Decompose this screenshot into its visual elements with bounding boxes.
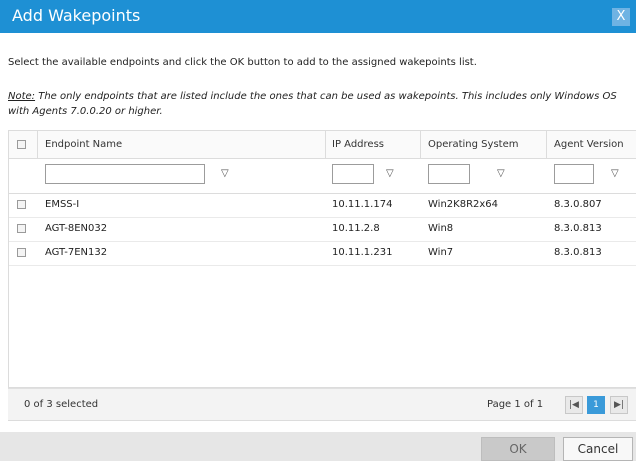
cancel-button[interactable]: Cancel bbox=[563, 437, 633, 461]
select-all-checkbox[interactable] bbox=[17, 140, 26, 149]
cell-operating-system: Win8 bbox=[428, 223, 454, 234]
cell-ip-address: 10.11.1.174 bbox=[332, 199, 393, 210]
row-checkbox[interactable] bbox=[17, 224, 26, 233]
cell-operating-system: Win2K8R2x64 bbox=[428, 199, 499, 210]
ip-address-filter-input[interactable] bbox=[332, 164, 374, 184]
cell-ip-address: 10.11.2.8 bbox=[332, 223, 380, 234]
selection-count: 0 of 3 selected bbox=[24, 399, 99, 410]
page-info: Page 1 of 1 bbox=[487, 399, 544, 410]
funnel-icon[interactable]: ▽ bbox=[497, 168, 505, 179]
instructions-text: Select the available endpoints and click… bbox=[8, 57, 477, 68]
cell-ip-address: 10.11.1.231 bbox=[332, 247, 393, 258]
cell-endpoint-name: EMSS-I bbox=[45, 199, 80, 210]
column-separator bbox=[325, 131, 326, 158]
header-agent-version[interactable]: Agent Version bbox=[554, 139, 624, 150]
column-separator bbox=[37, 131, 38, 158]
header-ip-address[interactable]: IP Address bbox=[332, 139, 384, 150]
note-body: The only endpoints that are listed inclu… bbox=[8, 91, 617, 117]
cell-operating-system: Win7 bbox=[428, 247, 454, 258]
cell-agent-version: 8.3.0.807 bbox=[554, 199, 602, 210]
endpoint-name-filter-input[interactable] bbox=[45, 164, 205, 184]
header-operating-system[interactable]: Operating System bbox=[428, 139, 518, 150]
agent-version-filter-input[interactable] bbox=[554, 164, 594, 184]
table-row[interactable]: AGT-7EN132 10.11.1.231 Win7 8.3.0.813 bbox=[9, 241, 636, 266]
note-text: Note: The only endpoints that are listed… bbox=[8, 89, 623, 119]
column-separator bbox=[546, 131, 547, 158]
note-label: Note: bbox=[8, 91, 36, 102]
add-wakepoints-dialog: Add Wakepoints X Select the available en… bbox=[0, 0, 636, 461]
table-row[interactable]: EMSS-I 10.11.1.174 Win2K8R2x64 8.3.0.807 bbox=[9, 193, 636, 218]
ok-button[interactable]: OK bbox=[481, 437, 555, 461]
current-page-button[interactable]: 1 bbox=[587, 396, 605, 414]
row-checkbox[interactable] bbox=[17, 248, 26, 257]
cell-agent-version: 8.3.0.813 bbox=[554, 223, 602, 234]
funnel-icon[interactable]: ▽ bbox=[221, 168, 229, 179]
close-icon[interactable]: X bbox=[612, 8, 630, 26]
row-checkbox[interactable] bbox=[17, 200, 26, 209]
funnel-icon[interactable]: ▽ bbox=[386, 168, 394, 179]
operating-system-filter-input[interactable] bbox=[428, 164, 470, 184]
filter-row: ▽ ▽ ▽ ▽ bbox=[9, 158, 636, 194]
grid-footer: 0 of 3 selected Page 1 of 1 |◀ 1 ▶| bbox=[8, 388, 636, 421]
funnel-icon[interactable]: ▽ bbox=[611, 168, 619, 179]
cell-agent-version: 8.3.0.813 bbox=[554, 247, 602, 258]
last-page-icon[interactable]: ▶| bbox=[610, 396, 628, 414]
cell-endpoint-name: AGT-8EN032 bbox=[45, 223, 108, 234]
header-endpoint-name[interactable]: Endpoint Name bbox=[45, 139, 122, 150]
cell-endpoint-name: AGT-7EN132 bbox=[45, 247, 108, 258]
first-page-icon[interactable]: |◀ bbox=[565, 396, 583, 414]
dialog-title: Add Wakepoints bbox=[12, 6, 141, 25]
column-separator bbox=[420, 131, 421, 158]
grid-header: Endpoint Name IP Address Operating Syste… bbox=[9, 131, 636, 159]
endpoints-grid: Endpoint Name IP Address Operating Syste… bbox=[8, 130, 636, 388]
dialog-titlebar: Add Wakepoints X bbox=[0, 0, 636, 33]
button-bar: OK Cancel bbox=[0, 432, 636, 461]
table-row[interactable]: AGT-8EN032 10.11.2.8 Win8 8.3.0.813 bbox=[9, 217, 636, 242]
